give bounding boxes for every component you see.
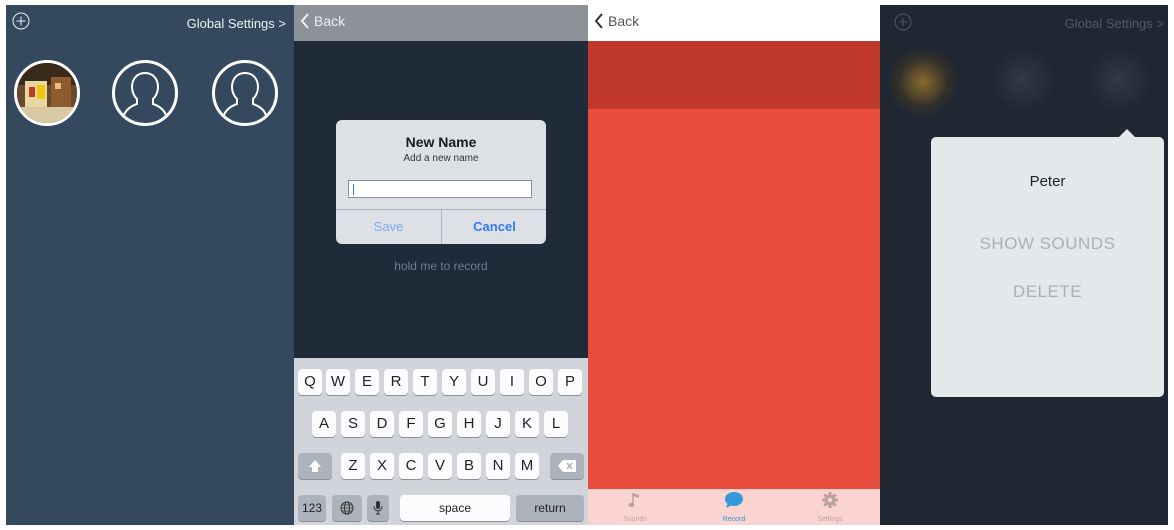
- back-button[interactable]: Back: [300, 13, 345, 29]
- record-hint[interactable]: hold me to record: [294, 259, 588, 273]
- key-j[interactable]: J: [486, 411, 510, 437]
- popover-arrow: [1118, 129, 1136, 138]
- global-settings-link[interactable]: Global Settings >: [187, 16, 286, 31]
- microphone-icon: [373, 501, 383, 515]
- key-q[interactable]: Q: [298, 369, 322, 395]
- key-a[interactable]: A: [312, 411, 336, 437]
- key-m[interactable]: M: [515, 453, 539, 479]
- globe-key[interactable]: [332, 495, 362, 521]
- key-o[interactable]: O: [529, 369, 553, 395]
- back-button[interactable]: Back: [594, 13, 639, 29]
- tab-record[interactable]: Record: [704, 491, 764, 523]
- key-i[interactable]: I: [500, 369, 524, 395]
- gear-icon: [822, 492, 838, 508]
- profile-avatar-empty[interactable]: [212, 60, 278, 126]
- tab-settings[interactable]: Settings: [800, 491, 860, 523]
- key-p[interactable]: P: [558, 369, 582, 395]
- music-note-icon: [628, 493, 639, 508]
- key-c[interactable]: C: [399, 453, 423, 479]
- key-n[interactable]: N: [486, 453, 510, 479]
- dialog-title: New Name: [405, 134, 477, 150]
- key-w[interactable]: W: [326, 369, 350, 395]
- screen-profile-menu: Global Settings > Peter SHOW SOUNDS DELE…: [880, 5, 1168, 525]
- name-input[interactable]: [348, 180, 532, 198]
- nav-bar: Back: [588, 5, 880, 41]
- add-profile-icon[interactable]: [894, 13, 912, 34]
- tab-label: Record: [722, 516, 746, 523]
- tab-sounds[interactable]: Sounds: [605, 491, 665, 523]
- key-l[interactable]: L: [544, 411, 568, 437]
- shift-key[interactable]: [298, 453, 332, 479]
- tab-bar: Sounds Record Settings: [588, 489, 880, 525]
- dialog-subtitle: Add a new name: [403, 153, 479, 164]
- speech-bubble-icon: [725, 492, 743, 508]
- blurred-avatar: [888, 47, 958, 117]
- cancel-button[interactable]: Cancel: [442, 210, 546, 244]
- key-e[interactable]: E: [355, 369, 379, 395]
- screen-record: Back Sounds Record Settings: [588, 5, 880, 525]
- show-sounds-button[interactable]: SHOW SOUNDS: [931, 234, 1164, 254]
- profile-name: Peter: [1029, 173, 1066, 190]
- screen-profiles: Global Settings >: [6, 5, 294, 525]
- key-u[interactable]: U: [471, 369, 495, 395]
- tab-label: Settings: [817, 516, 843, 523]
- globe-icon: [340, 501, 354, 515]
- backspace-icon: [558, 460, 576, 472]
- backspace-key[interactable]: [550, 453, 584, 479]
- keyboard: Q W E R T Y U I O P A S D F G H J K L Z …: [294, 358, 588, 525]
- key-y[interactable]: Y: [442, 369, 466, 395]
- blurred-avatar: [990, 47, 1056, 113]
- space-key[interactable]: space: [400, 495, 510, 521]
- screen-new-name: Back New Name Add a new name Save Cancel…: [294, 5, 588, 525]
- blurred-avatar: [1086, 47, 1152, 113]
- delete-button[interactable]: DELETE: [931, 282, 1164, 302]
- profile-popover: Peter SHOW SOUNDS DELETE: [931, 129, 1164, 397]
- chevron-left-icon: [300, 13, 309, 29]
- key-b[interactable]: B: [457, 453, 481, 479]
- back-label: Back: [314, 13, 346, 29]
- tab-label: Sounds: [623, 516, 647, 523]
- return-key[interactable]: return: [516, 495, 584, 521]
- key-t[interactable]: T: [413, 369, 437, 395]
- key-h[interactable]: H: [457, 411, 481, 437]
- key-z[interactable]: Z: [341, 453, 365, 479]
- rename-dialog: New Name Add a new name Save Cancel: [336, 120, 546, 244]
- key-f[interactable]: F: [399, 411, 423, 437]
- numbers-key[interactable]: 123: [298, 495, 326, 521]
- header-band: [588, 41, 880, 109]
- back-label: Back: [608, 13, 640, 29]
- nav-bar: Back: [294, 5, 588, 41]
- add-profile-icon[interactable]: [12, 12, 30, 33]
- key-v[interactable]: V: [428, 453, 452, 479]
- save-button[interactable]: Save: [336, 210, 441, 244]
- record-area[interactable]: [588, 109, 880, 489]
- key-d[interactable]: D: [370, 411, 394, 437]
- shift-arrow-icon: [309, 460, 321, 472]
- key-k[interactable]: K: [515, 411, 539, 437]
- profile-avatar-empty[interactable]: [112, 60, 178, 126]
- text-caret: [353, 184, 354, 195]
- key-r[interactable]: R: [384, 369, 408, 395]
- global-settings-link[interactable]: Global Settings >: [1065, 16, 1164, 31]
- microphone-key[interactable]: [367, 495, 389, 521]
- chevron-left-icon: [594, 13, 603, 29]
- key-g[interactable]: G: [428, 411, 452, 437]
- profile-avatar-photo[interactable]: [14, 60, 80, 126]
- key-x[interactable]: X: [370, 453, 394, 479]
- key-s[interactable]: S: [341, 411, 365, 437]
